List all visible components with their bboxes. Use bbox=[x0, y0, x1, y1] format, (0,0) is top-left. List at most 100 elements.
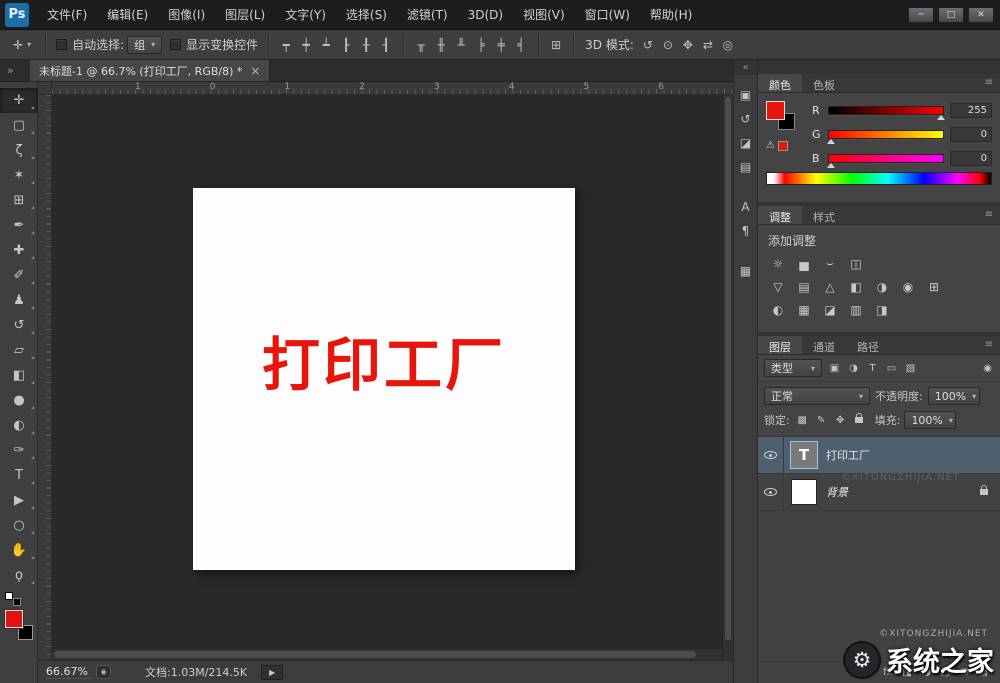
text-layer-thumbnail[interactable]: T bbox=[790, 441, 818, 469]
channel-slider[interactable] bbox=[828, 106, 945, 120]
gamut-warning-icon[interactable]: ⚠ bbox=[766, 140, 775, 151]
distribute-vertical-centers-icon[interactable]: ╫ bbox=[431, 35, 451, 55]
panel-tab[interactable]: 调整 bbox=[758, 206, 802, 224]
exposure-icon[interactable]: ◫ bbox=[845, 254, 867, 273]
channel-mixer-icon[interactable]: ◉ bbox=[897, 277, 919, 296]
menu-item[interactable]: 3D(D) bbox=[458, 0, 513, 30]
zoom-level-field[interactable]: 66.67% bbox=[46, 665, 92, 679]
move-tool[interactable]: ✛ bbox=[0, 88, 38, 113]
menu-item[interactable]: 窗口(W) bbox=[575, 0, 640, 30]
panel-menu-icon[interactable]: ≡ bbox=[978, 336, 1000, 354]
align-bottom-edges-icon[interactable]: ┷ bbox=[316, 35, 336, 55]
levels-icon[interactable]: ▅ bbox=[793, 254, 815, 273]
pen-tool[interactable]: ✑ bbox=[0, 438, 38, 463]
align-left-edges-icon[interactable]: ┠ bbox=[336, 35, 356, 55]
distribute-bottom-edges-icon[interactable]: ╨ bbox=[451, 35, 471, 55]
status-menu-arrow-icon[interactable]: ▶ bbox=[261, 664, 284, 680]
quick-selection-tool[interactable]: ✶ bbox=[0, 163, 38, 188]
character-panel-icon[interactable]: A bbox=[733, 195, 758, 219]
distribute-left-edges-icon[interactable]: ╞ bbox=[471, 35, 491, 55]
history-brush-tool[interactable]: ↺ bbox=[0, 313, 38, 338]
vibrance-icon[interactable]: ▽ bbox=[767, 277, 789, 296]
foreground-color-swatch[interactable] bbox=[766, 101, 785, 120]
lock-all-icon[interactable] bbox=[854, 413, 863, 423]
channel-slider[interactable] bbox=[827, 154, 944, 168]
filter-pixel-layers-icon[interactable]: ▣ bbox=[826, 360, 843, 376]
panel-tab[interactable]: 通道 bbox=[802, 336, 846, 354]
close-tab-icon[interactable]: × bbox=[250, 64, 260, 78]
show-transform-checkbox[interactable] bbox=[170, 39, 182, 50]
lock-position-icon[interactable]: ✥ bbox=[832, 412, 849, 428]
blur-tool[interactable]: ● bbox=[0, 388, 38, 413]
3d-rotate-icon[interactable]: ↺ bbox=[638, 35, 658, 55]
distribute-right-edges-icon[interactable]: ╡ bbox=[511, 35, 531, 55]
brightness-contrast-icon[interactable]: ☼ bbox=[767, 254, 789, 273]
posterize-icon[interactable]: ▦ bbox=[793, 300, 815, 319]
menu-item[interactable]: 视图(V) bbox=[513, 0, 575, 30]
status-badge-icon[interactable]: ◉ bbox=[96, 665, 111, 679]
3d-roll-icon[interactable]: ⊙ bbox=[658, 35, 678, 55]
canvas-area[interactable]: 打印工厂 bbox=[52, 95, 722, 648]
panel-tab[interactable]: 色板 bbox=[802, 74, 846, 92]
threshold-icon[interactable]: ◪ bbox=[819, 300, 841, 319]
invert-icon[interactable]: ◐ bbox=[767, 300, 789, 319]
fill-dropdown[interactable]: 100% ▾ bbox=[904, 411, 957, 429]
menu-item[interactable]: 图层(L) bbox=[215, 0, 275, 30]
clone-stamp-tool[interactable]: ♟ bbox=[0, 288, 38, 313]
auto-align-button[interactable]: ⊞ bbox=[546, 35, 566, 55]
default-colors-icon[interactable] bbox=[5, 592, 21, 606]
panel-menu-icon[interactable]: ≡ bbox=[978, 74, 1000, 92]
close-button[interactable]: ✕ bbox=[968, 6, 994, 23]
gradient-tool[interactable]: ◧ bbox=[0, 363, 38, 388]
expand-panels-icon[interactable]: « bbox=[734, 60, 757, 75]
timeline-panel-icon[interactable]: ▦ bbox=[733, 259, 758, 283]
channel-slider[interactable] bbox=[827, 130, 944, 144]
panel-tab[interactable]: 样式 bbox=[802, 206, 846, 224]
3d-scale-icon[interactable]: ◎ bbox=[718, 35, 738, 55]
eyedropper-tool[interactable]: ✒ bbox=[0, 213, 38, 238]
blend-mode-dropdown[interactable]: 正常 ▾ bbox=[764, 387, 870, 405]
filter-type-layers-icon[interactable]: T bbox=[864, 360, 881, 376]
filter-adjustment-layers-icon[interactable]: ◑ bbox=[845, 360, 862, 376]
distribute-top-edges-icon[interactable]: ╥ bbox=[411, 35, 431, 55]
properties-panel-icon[interactable]: ◪ bbox=[733, 131, 758, 155]
color-lookup-icon[interactable]: ⊞ bbox=[923, 277, 945, 296]
crop-tool[interactable]: ⊞ bbox=[0, 188, 38, 213]
menu-item[interactable]: 滤镜(T) bbox=[397, 0, 458, 30]
selective-color-icon[interactable]: ◨ bbox=[871, 300, 893, 319]
history-panel-icon[interactable]: ↺ bbox=[733, 107, 758, 131]
gamut-color-swatch[interactable] bbox=[777, 140, 788, 151]
opacity-dropdown[interactable]: 100% ▾ bbox=[927, 387, 980, 405]
hue-saturation-icon[interactable]: ▤ bbox=[793, 277, 815, 296]
photo-filter-icon[interactable]: ◑ bbox=[871, 277, 893, 296]
auto-select-checkbox[interactable] bbox=[56, 39, 68, 50]
slider-marker[interactable] bbox=[827, 139, 835, 144]
color-balance-icon[interactable]: △ bbox=[819, 277, 841, 296]
lock-image-pixels-icon[interactable]: ✎ bbox=[813, 412, 830, 428]
vertical-scrollbar-thumb[interactable] bbox=[725, 97, 731, 640]
filter-toggle-icon[interactable]: ◉ bbox=[983, 363, 994, 374]
dodge-tool[interactable]: ◐ bbox=[0, 413, 38, 438]
background-layer-thumbnail[interactable] bbox=[791, 479, 817, 505]
panel-tab[interactable]: 路径 bbox=[846, 336, 890, 354]
color-spectrum-bar[interactable] bbox=[766, 172, 992, 185]
vertical-scrollbar[interactable] bbox=[722, 95, 733, 660]
align-vertical-centers-icon[interactable]: ┿ bbox=[296, 35, 316, 55]
curves-icon[interactable]: ⌣ bbox=[819, 254, 841, 273]
layer-visibility-toggle[interactable] bbox=[758, 437, 784, 473]
show-transform-option[interactable]: 显示变换控件 bbox=[170, 36, 258, 53]
align-top-edges-icon[interactable]: ┯ bbox=[276, 35, 296, 55]
menu-item[interactable]: 文件(F) bbox=[37, 0, 97, 30]
lock-transparent-pixels-icon[interactable]: ▩ bbox=[794, 412, 811, 428]
type-tool[interactable]: T bbox=[0, 463, 38, 488]
layer-row-text[interactable]: T 打印工厂 bbox=[758, 437, 1000, 474]
document-tab[interactable]: 未标题-1 @ 66.7% (打印工厂, RGB/8) * × bbox=[30, 60, 271, 81]
hand-tool[interactable]: ✋ bbox=[0, 538, 38, 563]
maximize-button[interactable]: □ bbox=[938, 6, 964, 23]
paragraph-panel-icon[interactable]: ¶ bbox=[733, 219, 758, 243]
document-canvas[interactable]: 打印工厂 bbox=[193, 188, 575, 570]
horizontal-scrollbar[interactable] bbox=[52, 648, 722, 660]
3d-drag-icon[interactable]: ✥ bbox=[678, 35, 698, 55]
3d-slide-icon[interactable]: ⇄ bbox=[698, 35, 718, 55]
eraser-tool[interactable]: ▱ bbox=[0, 338, 38, 363]
